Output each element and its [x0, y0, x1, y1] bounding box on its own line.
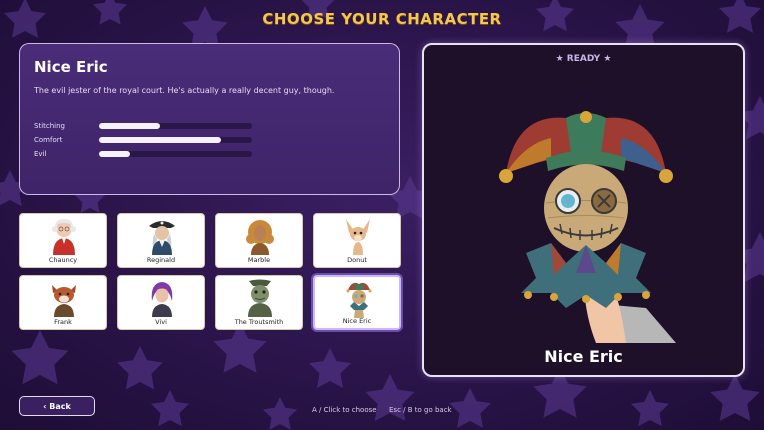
character-preview-panel: ★ READY ★ Nice Eric [422, 43, 745, 377]
chihuahua-portrait-icon [346, 219, 370, 255]
character-card-reginald[interactable]: Reginald [117, 213, 205, 268]
character-card-label: The Troutsmith [234, 318, 284, 326]
ready-status: ★ READY ★ [555, 54, 612, 64]
stat-row-stitching: Stitching [34, 121, 264, 131]
character-card-nice-eric[interactable]: Nice Eric [313, 275, 401, 330]
character-info-panel: Nice Eric The evil jester of the royal c… [19, 43, 400, 195]
back-hint: Esc / B to go back [389, 406, 452, 414]
grandma-portrait-icon [52, 219, 76, 255]
character-card-label: Reginald [146, 256, 176, 264]
character-grid: Chauncy Reginald Marble Donut Frank Vivi… [19, 213, 403, 334]
character-card-label: Donut [347, 256, 367, 264]
stat-label: Evil [34, 150, 47, 158]
stat-bar-track [99, 151, 252, 157]
preview-character-name: Nice Eric [544, 347, 623, 366]
red-panda-portrait-icon [52, 285, 76, 317]
pirate-portrait-icon [149, 221, 175, 255]
character-card-donut[interactable]: Donut [313, 213, 401, 268]
stat-bar-track [99, 123, 252, 129]
character-card-chauncy[interactable]: Chauncy [19, 213, 107, 268]
back-button[interactable]: ‹ Back [19, 396, 95, 416]
choose-hint: A / Click to choose [312, 406, 377, 414]
stat-bar-fill [99, 151, 130, 157]
stat-row-evil: Evil [34, 149, 264, 159]
stat-label: Comfort [34, 136, 63, 144]
stat-bar-fill [99, 123, 161, 129]
character-card-the-troutsmith[interactable]: The Troutsmith [215, 275, 303, 330]
purple-hair-girl-portrait-icon [151, 282, 173, 317]
fish-man-portrait-icon [248, 279, 272, 317]
jester-puppet-portrait-icon [346, 282, 372, 318]
curly-hair-woman-portrait-icon [246, 220, 274, 255]
character-description: The evil jester of the royal court. He's… [34, 86, 335, 95]
screen-title: CHOOSE YOUR CHARACTER [262, 10, 502, 28]
jester-puppet-illustration-icon [499, 111, 676, 343]
character-card-vivi[interactable]: Vivi [117, 275, 205, 330]
character-name: Nice Eric [34, 58, 108, 76]
stat-row-comfort: Comfort [34, 135, 264, 145]
character-card-label: Nice Eric [342, 317, 372, 325]
character-card-label: Vivi [155, 318, 167, 326]
character-card-label: Marble [247, 256, 271, 264]
character-card-label: Frank [54, 318, 72, 326]
character-card-frank[interactable]: Frank [19, 275, 107, 330]
stat-bar-track [99, 137, 252, 143]
stat-bar-fill [99, 137, 222, 143]
stat-label: Stitching [34, 122, 65, 130]
character-card-label: Chauncy [48, 256, 78, 264]
character-card-marble[interactable]: Marble [215, 213, 303, 268]
